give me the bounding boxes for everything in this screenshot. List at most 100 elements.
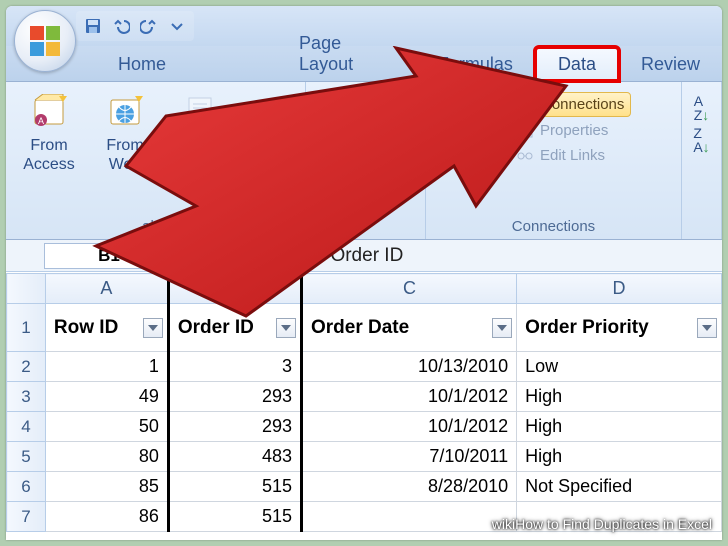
cell[interactable]: 515: [168, 472, 301, 502]
refresh-all-button[interactable]: Refresh All ▾: [434, 88, 504, 188]
cell[interactable]: Order Date: [302, 304, 517, 352]
cell[interactable]: 49: [45, 382, 168, 412]
row-header[interactable]: 7: [7, 502, 46, 532]
cell[interactable]: 515: [168, 502, 301, 532]
from-web-button[interactable]: From Web: [90, 88, 160, 174]
name-box[interactable]: B1: [44, 243, 174, 269]
group-label: al D: [14, 216, 297, 237]
btn-label: From Web: [106, 137, 143, 173]
sort-desc-button[interactable]: ZA↓: [693, 126, 709, 154]
tab-review[interactable]: Review: [619, 48, 722, 81]
save-button[interactable]: [80, 13, 106, 39]
cell[interactable]: Not Specified: [517, 472, 722, 502]
edit-links-icon: [516, 148, 534, 164]
tab-data[interactable]: Data: [535, 47, 619, 81]
ribbon: A From Access From Web From Text: [6, 82, 722, 240]
ribbon-tabs: Home Insert Page Layout Formulas Data Re…: [6, 46, 722, 82]
name-box-dropdown[interactable]: [180, 252, 192, 260]
tab-page-layout[interactable]: Page Layout: [277, 27, 416, 81]
filter-dropdown[interactable]: [143, 318, 163, 338]
existing-connections-button[interactable]: ctions: [331, 88, 401, 155]
cell[interactable]: Order Priority: [517, 304, 722, 352]
cell[interactable]: 85: [45, 472, 168, 502]
btn-label: From Access: [23, 137, 75, 173]
cell[interactable]: 3: [168, 352, 301, 382]
cell[interactable]: 8/28/2010: [302, 472, 517, 502]
cell[interactable]: 7/10/2011: [302, 442, 517, 472]
col-header-a[interactable]: A: [45, 274, 168, 304]
col-header-c[interactable]: C: [302, 274, 517, 304]
group-label-connections: Connections: [434, 216, 673, 237]
tab-formulas[interactable]: Formulas: [416, 48, 535, 81]
cell[interactable]: 293: [168, 412, 301, 442]
row-header[interactable]: 4: [7, 412, 46, 442]
cell[interactable]: 80: [45, 442, 168, 472]
cell[interactable]: Row ID: [45, 304, 168, 352]
properties-button: Properties: [510, 119, 631, 142]
redo-icon: [140, 17, 158, 35]
from-web-icon: [103, 92, 147, 132]
from-text-icon: [179, 92, 223, 132]
spreadsheet[interactable]: A B C D 1 Row ID Order ID Order Date Ord…: [6, 272, 722, 532]
svg-text:A: A: [38, 116, 44, 126]
cell[interactable]: 293: [168, 382, 301, 412]
link-icon: [517, 97, 535, 113]
office-button[interactable]: [14, 10, 76, 72]
from-text-button[interactable]: From Text: [166, 88, 236, 174]
properties-icon: [516, 123, 534, 139]
cell[interactable]: 10/13/2010: [302, 352, 517, 382]
tab-home[interactable]: Home: [96, 48, 188, 81]
col-header-d[interactable]: D: [517, 274, 722, 304]
btn-label: ctions: [345, 137, 387, 154]
btn-label: From Text: [182, 137, 219, 173]
quick-access-toolbar: [76, 11, 194, 41]
btn-label: Refresh All: [441, 137, 497, 173]
group-label: [314, 233, 417, 237]
header-cell-label: Row ID: [54, 317, 118, 338]
header-cell-label: Order Date: [311, 317, 409, 338]
cell[interactable]: 1: [45, 352, 168, 382]
qat-dropdown[interactable]: [164, 13, 190, 39]
select-all-corner[interactable]: [7, 274, 46, 304]
edit-links-button: Edit Links: [510, 144, 631, 167]
from-access-icon: A: [27, 92, 71, 132]
cell[interactable]: 10/1/2012: [302, 382, 517, 412]
row-header[interactable]: 6: [7, 472, 46, 502]
redo-button[interactable]: [136, 13, 162, 39]
cell[interactable]: 50: [45, 412, 168, 442]
row-header[interactable]: 5: [7, 442, 46, 472]
col-header-b[interactable]: B: [168, 274, 301, 304]
row-header[interactable]: 1: [7, 304, 46, 352]
formula-content[interactable]: Order ID: [330, 245, 403, 267]
header-cell-label: Order Priority: [525, 317, 649, 338]
cell[interactable]: 483: [168, 442, 301, 472]
cell[interactable]: High: [517, 412, 722, 442]
cell[interactable]: High: [517, 382, 722, 412]
btn-label: Edit Links: [540, 147, 605, 164]
chevron-down-icon: [168, 17, 186, 35]
undo-button[interactable]: [108, 13, 134, 39]
cell[interactable]: High: [517, 442, 722, 472]
cell[interactable]: Order ID: [168, 304, 301, 352]
row-header[interactable]: 2: [7, 352, 46, 382]
caption-text: wikiHow to Find Duplicates in Excel: [492, 516, 712, 532]
undo-icon: [112, 17, 130, 35]
formula-bar: B1 fx Order ID: [6, 240, 722, 272]
sort-asc-button[interactable]: AZ↓: [694, 94, 710, 122]
fx-label[interactable]: fx: [302, 247, 314, 265]
cell[interactable]: 86: [45, 502, 168, 532]
refresh-icon: [447, 92, 491, 132]
cell[interactable]: 10/1/2012: [302, 412, 517, 442]
filter-dropdown[interactable]: [276, 318, 296, 338]
filter-dropdown[interactable]: [697, 318, 717, 338]
filter-dropdown[interactable]: [492, 318, 512, 338]
btn-label: Properties: [540, 122, 608, 139]
cell[interactable]: Low: [517, 352, 722, 382]
connections-icon: [344, 92, 388, 132]
btn-label: Connections: [541, 96, 624, 113]
header-cell-label: Order ID: [178, 317, 254, 338]
row-header[interactable]: 3: [7, 382, 46, 412]
cell[interactable]: [302, 502, 517, 532]
from-access-button[interactable]: A From Access: [14, 88, 84, 174]
connections-button[interactable]: Connections: [510, 92, 631, 117]
